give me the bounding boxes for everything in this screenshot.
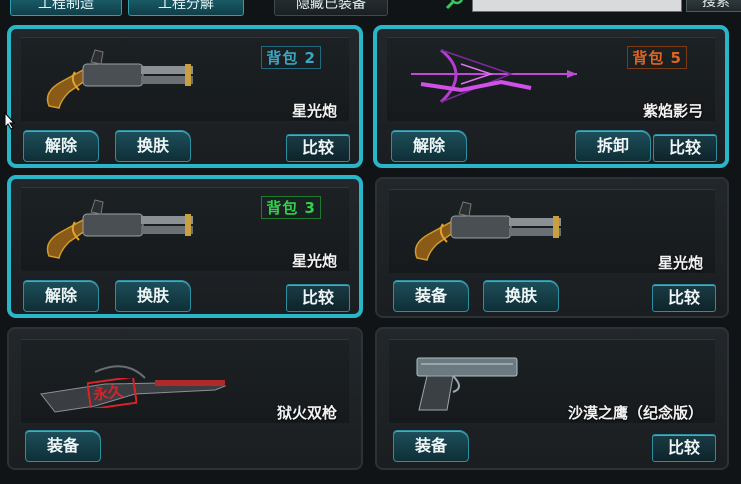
search-button[interactable]: 搜索 <box>686 0 741 12</box>
search-input[interactable] <box>472 0 682 12</box>
change-skin-button[interactable]: 换肤 <box>483 280 559 312</box>
weapon-card-starlight-cannon-bag3[interactable]: 背包 3 星光炮 解除 换肤 比较 <box>7 175 363 318</box>
weapon-card-starlight-cannon-bag2[interactable]: 背包 2 星光炮 解除 换肤 比较 <box>7 25 363 168</box>
starlight-cannon-icon <box>46 199 193 259</box>
weapon-display: 背包 3 星光炮 <box>21 187 349 271</box>
disassemble-button[interactable]: 工程分解 <box>128 0 244 16</box>
weapon-name: 狱火双枪 <box>276 404 337 422</box>
mouse-cursor-icon <box>4 112 16 130</box>
equip-button[interactable]: 装备 <box>393 430 469 462</box>
weapon-name: 星光炮 <box>291 252 337 270</box>
top-toolbar: 工程制造 工程分解 隐藏已装备 搜索 <box>0 0 741 20</box>
weapon-name: 紫焰影弓 <box>642 102 703 120</box>
backpack-badge: 背包 5 <box>627 46 687 69</box>
weapon-display: 背包 2 星光炮 <box>21 37 349 121</box>
starlight-cannon-icon <box>414 201 561 261</box>
compare-button[interactable]: 比较 <box>286 284 350 312</box>
change-skin-button[interactable]: 换肤 <box>115 280 191 312</box>
unequip-button[interactable]: 解除 <box>23 280 99 312</box>
craft-button[interactable]: 工程制造 <box>10 0 122 16</box>
compare-button[interactable]: 比较 <box>652 284 716 312</box>
desert-eagle-icon <box>416 357 518 411</box>
change-skin-button[interactable]: 换肤 <box>115 130 191 162</box>
compare-button[interactable]: 比较 <box>652 434 716 462</box>
backpack-badge: 背包 3 <box>261 196 321 219</box>
weapon-display: 永久 狱火双枪 <box>21 339 349 423</box>
equip-button[interactable]: 装备 <box>393 280 469 312</box>
weapon-name: 星光炮 <box>657 254 703 272</box>
equip-button[interactable]: 装备 <box>25 430 101 462</box>
unequip-button[interactable]: 解除 <box>23 130 99 162</box>
backpack-badge: 背包 2 <box>261 46 321 69</box>
weapon-card-starlight-cannon[interactable]: 星光炮 装备 换肤 比较 <box>375 177 729 318</box>
compare-button[interactable]: 比较 <box>653 134 717 162</box>
hide-equipped-button[interactable]: 隐藏已装备 <box>274 0 388 16</box>
purple-bow-icon <box>411 48 577 104</box>
dismantle-button[interactable]: 拆卸 <box>575 130 651 162</box>
weapon-card-desert-eagle-commemorative[interactable]: 沙漠之鹰（纪念版） 装备 比较 <box>375 327 729 470</box>
search-icon[interactable] <box>444 0 466 14</box>
weapon-card-purple-flame-bow[interactable]: 背包 5 紫焰影弓 解除 拆卸 比较 <box>373 25 729 168</box>
weapon-display: 星光炮 <box>389 189 715 273</box>
weapon-card-hellfire-dual-guns[interactable]: 永久 狱火双枪 装备 <box>7 327 363 470</box>
weapon-name: 星光炮 <box>291 102 337 120</box>
unequip-button[interactable]: 解除 <box>391 130 467 162</box>
weapon-display: 沙漠之鹰（纪念版） <box>389 339 715 423</box>
compare-button[interactable]: 比较 <box>286 134 350 162</box>
permanent-stamp-label: 永久 <box>91 381 125 404</box>
weapon-name: 沙漠之鹰（纪念版） <box>567 404 703 422</box>
starlight-cannon-icon <box>46 49 193 109</box>
weapon-display: 背包 5 紫焰影弓 <box>387 37 715 121</box>
